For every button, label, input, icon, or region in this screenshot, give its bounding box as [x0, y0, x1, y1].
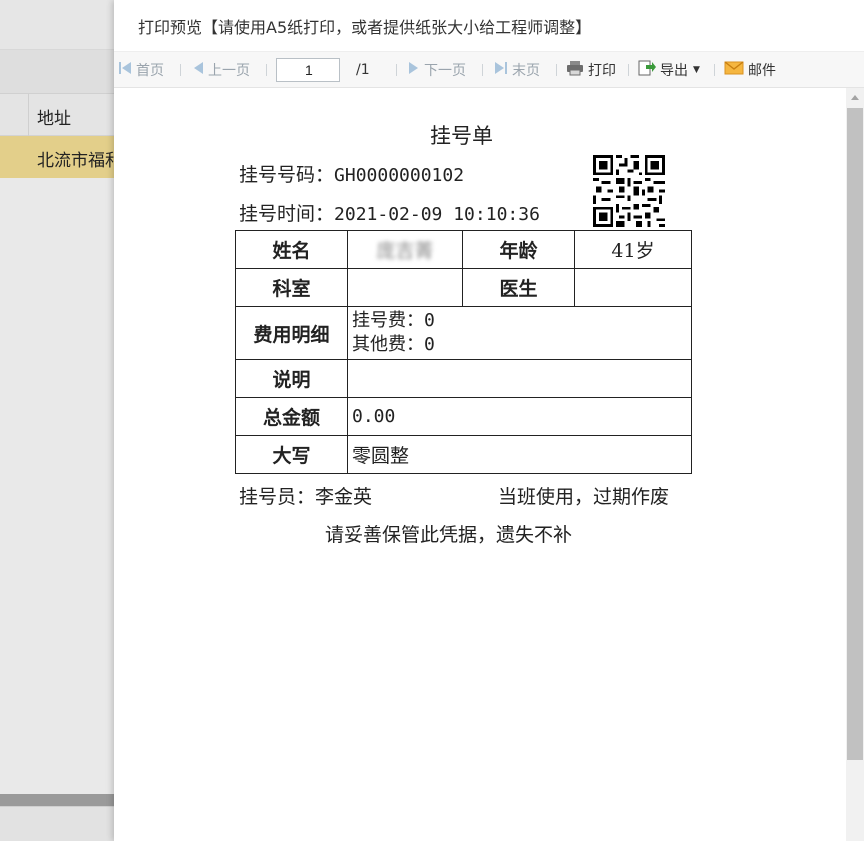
- bg-toolbar: [0, 50, 114, 94]
- department-label: 科室: [235, 268, 348, 307]
- scroll-up-arrow-icon[interactable]: [851, 95, 859, 100]
- page-total: /1: [356, 62, 370, 78]
- first-page-icon: [118, 61, 132, 79]
- qr-code-icon: [593, 155, 665, 227]
- total-amount-value: 0.00: [347, 397, 692, 436]
- first-page-button[interactable]: 首页: [118, 61, 164, 79]
- fee-detail-label: 费用明细: [235, 306, 348, 360]
- first-page-label: 首页: [136, 63, 164, 79]
- prev-page-label: 上一页: [208, 63, 250, 79]
- total-amount-label: 总金额: [235, 397, 348, 436]
- export-icon: [638, 59, 656, 81]
- registration-fee-line: 挂号费：0: [352, 310, 435, 331]
- toolbar-separator: [714, 64, 715, 76]
- toolbar-separator: [396, 64, 397, 76]
- toolbar-separator: [556, 64, 557, 76]
- page-number-input[interactable]: [276, 58, 340, 82]
- keep-safe-note: 请妥善保管此凭据，遗失不补: [325, 524, 573, 546]
- validity-note: 当班使用，过期作废: [498, 486, 670, 508]
- prev-page-icon: [192, 61, 204, 79]
- toolbar-separator: [482, 64, 483, 76]
- amount-in-words-value: 零圆整: [347, 435, 692, 474]
- registration-time-line: 挂号时间：2021-02-09 10:10:36: [239, 199, 540, 226]
- table-row: 说明: [235, 359, 692, 398]
- next-page-button[interactable]: 下一页: [408, 61, 466, 79]
- preview-toolbar: 首页 上一页 下一页 末页 打印 导出 ▼ 邮件: [114, 52, 864, 88]
- receipt-title: 挂号单: [430, 124, 493, 148]
- chevron-down-icon: ▼: [693, 65, 700, 75]
- name-value-text: 庞吉菁: [376, 240, 434, 262]
- next-page-icon: [408, 61, 420, 79]
- last-page-label: 末页: [512, 63, 540, 79]
- note-value: [347, 359, 692, 398]
- bg-topbar: [0, 0, 114, 50]
- printer-icon: [566, 60, 584, 80]
- bg-footer: [0, 806, 114, 841]
- other-fee-line: 其他费：0: [352, 334, 435, 355]
- prev-page-button[interactable]: 上一页: [192, 61, 250, 79]
- doctor-label: 医生: [462, 268, 575, 307]
- vertical-scrollbar-thumb[interactable]: [847, 108, 863, 760]
- table-row: 总金额 0.00: [235, 397, 692, 436]
- print-button[interactable]: 打印: [566, 61, 616, 79]
- registration-time-label: 挂号时间：: [239, 203, 335, 225]
- last-page-icon: [494, 61, 508, 79]
- mail-button[interactable]: 邮件: [724, 61, 776, 79]
- mail-label: 邮件: [748, 63, 776, 79]
- registrar-clerk: 挂号员：李金英: [239, 486, 373, 508]
- bg-row-address: 北流市福和: [37, 151, 114, 171]
- last-page-button[interactable]: 末页: [494, 61, 540, 79]
- mail-icon: [724, 60, 744, 80]
- print-preview-dialog: 打印预览【请使用A5纸打印，或者提供纸张大小给工程师调整】 首页 上一页 下一页: [114, 0, 864, 841]
- dialog-titlebar: 打印预览【请使用A5纸打印，或者提供纸张大小给工程师调整】: [114, 0, 864, 52]
- print-label: 打印: [588, 63, 616, 79]
- dialog-title: 打印预览【请使用A5纸打印，或者提供纸张大小给工程师调整】: [138, 18, 592, 37]
- export-label: 导出: [660, 63, 688, 79]
- name-value: 庞吉菁: [347, 230, 463, 269]
- age-value: 41岁: [574, 230, 692, 269]
- registration-number-line: 挂号号码：GH0000000102: [239, 160, 464, 187]
- note-label: 说明: [235, 359, 348, 398]
- table-row: 大写 零圆整: [235, 435, 692, 474]
- fee-detail-value: 挂号费：0 其他费：0: [347, 306, 692, 360]
- registration-time-value: 2021-02-09 10:10:36: [334, 204, 540, 225]
- toolbar-separator: [266, 64, 267, 76]
- doctor-value: [574, 268, 692, 307]
- registration-number-label: 挂号号码：: [239, 164, 335, 186]
- table-row: 费用明细 挂号费：0 其他费：0: [235, 306, 692, 360]
- toolbar-separator: [180, 64, 181, 76]
- bg-horizontal-scrollbar[interactable]: [0, 794, 114, 806]
- export-dropdown-button[interactable]: 导出 ▼: [638, 59, 700, 81]
- registration-number-value: GH0000000102: [334, 165, 465, 186]
- table-row: 姓名 庞吉菁 年龄 41岁: [235, 230, 692, 269]
- toolbar-separator: [628, 64, 629, 76]
- amount-in-words-label: 大写: [235, 435, 348, 474]
- name-label: 姓名: [235, 230, 348, 269]
- table-row: 科室 医生: [235, 268, 692, 307]
- age-label: 年龄: [462, 230, 575, 269]
- next-page-label: 下一页: [424, 63, 466, 79]
- bg-column-header-address[interactable]: 地址: [37, 104, 71, 129]
- department-value: [347, 268, 463, 307]
- receipt-table: 姓名 庞吉菁 年龄 41岁 科室 医生 费用明细 挂号费：0 其他费：0 说明: [235, 230, 692, 474]
